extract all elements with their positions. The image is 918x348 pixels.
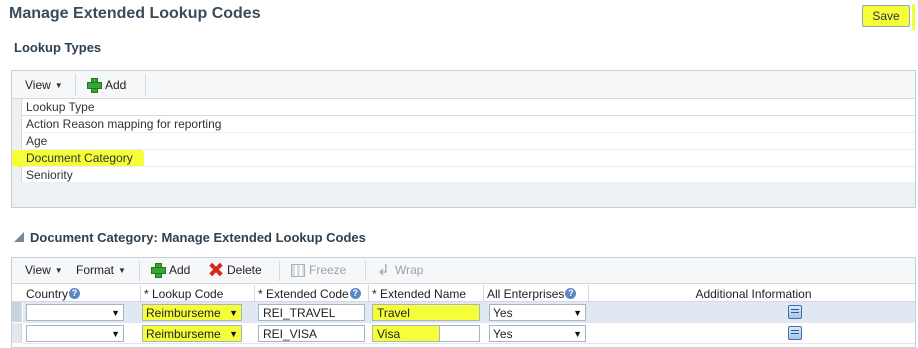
lookup-type-row[interactable]: Action Reason mapping for reporting bbox=[23, 116, 915, 133]
country-select[interactable]: ▼ bbox=[26, 325, 124, 342]
wrap-icon bbox=[377, 261, 391, 279]
add-icon bbox=[150, 262, 166, 278]
collapse-icon[interactable] bbox=[14, 232, 24, 242]
extended-name-input[interactable]: Visa bbox=[372, 325, 440, 342]
help-icon[interactable]: ? bbox=[69, 288, 81, 299]
lookup-type-name: Seniority bbox=[26, 168, 73, 182]
toolbar-divider bbox=[75, 74, 76, 96]
lookup-type-name: Document Category bbox=[26, 151, 133, 165]
extended-name-value: Travel bbox=[377, 305, 410, 320]
row-selector[interactable] bbox=[12, 302, 22, 322]
view-label: View bbox=[25, 263, 51, 277]
view-menu[interactable]: View ▼ bbox=[25, 78, 63, 92]
add-button[interactable]: Add bbox=[150, 262, 191, 278]
extended-code-value: REI_VISA bbox=[263, 326, 318, 341]
chevron-down-icon: ▼ bbox=[54, 265, 63, 275]
delete-icon bbox=[208, 262, 223, 277]
chevron-down-icon: ▼ bbox=[229, 307, 238, 318]
add-label: Add bbox=[105, 77, 127, 92]
format-menu[interactable]: Format ▼ bbox=[76, 263, 126, 277]
lookup-code-header-label: * Lookup Code bbox=[144, 286, 224, 301]
country-select[interactable]: ▼ bbox=[26, 304, 124, 321]
column-header-lookup-type[interactable]: Lookup Type bbox=[26, 100, 95, 114]
chevron-down-icon: ▼ bbox=[118, 265, 126, 275]
add-label: Add bbox=[169, 262, 191, 277]
extended-name-input[interactable]: Travel bbox=[372, 304, 480, 321]
page-title: Manage Extended Lookup Codes bbox=[9, 5, 261, 22]
all-enterprises-select[interactable]: Yes ▼ bbox=[489, 325, 586, 342]
chevron-down-icon: ▼ bbox=[573, 307, 582, 318]
table-footer bbox=[12, 182, 915, 207]
wrap-label: Wrap bbox=[395, 263, 424, 277]
lookup-type-name: Action Reason mapping for reporting bbox=[26, 117, 222, 131]
column-header-extended-code[interactable]: * Extended Code ? bbox=[255, 285, 369, 302]
delete-button[interactable]: Delete bbox=[208, 262, 262, 277]
column-header-lookup-code[interactable]: * Lookup Code bbox=[141, 285, 255, 302]
additional-information-icon[interactable] bbox=[788, 326, 802, 340]
delete-label: Delete bbox=[227, 262, 262, 277]
lookup-type-row[interactable]: Age bbox=[23, 133, 915, 150]
toolbar-divider bbox=[139, 261, 140, 281]
additional-info-header-label: Additional Information bbox=[695, 286, 812, 301]
lookup-types-header-row bbox=[12, 99, 915, 116]
column-header-extended-name[interactable]: * Extended Name bbox=[369, 285, 484, 302]
freeze-button[interactable]: Freeze bbox=[291, 263, 346, 277]
codes-section-title: Document Category: Manage Extended Looku… bbox=[30, 230, 366, 245]
view-menu[interactable]: View ▼ bbox=[25, 263, 63, 277]
extended-code-input[interactable]: REI_TRAVEL bbox=[258, 304, 365, 321]
all-enterprises-select[interactable]: Yes ▼ bbox=[489, 304, 586, 321]
lookup-types-toolbar bbox=[12, 71, 915, 99]
all-enterprises-value: Yes bbox=[493, 305, 513, 320]
column-header-additional-information[interactable]: Additional Information bbox=[589, 285, 915, 302]
extended-name-input-tail[interactable] bbox=[440, 325, 480, 342]
toolbar-divider bbox=[279, 261, 280, 281]
wrap-button[interactable]: Wrap bbox=[377, 261, 424, 279]
lookup-code-value: Reimburseme bbox=[146, 305, 221, 320]
row-selector-column bbox=[12, 99, 22, 182]
freeze-label: Freeze bbox=[309, 263, 347, 277]
format-label: Format bbox=[76, 263, 115, 277]
highlight-mark bbox=[912, 4, 915, 30]
extended-code-header-label: * Extended Code bbox=[258, 286, 349, 301]
chevron-down-icon: ▼ bbox=[573, 328, 582, 339]
lookup-type-name: Age bbox=[26, 134, 48, 148]
add-icon bbox=[86, 77, 102, 93]
chevron-down-icon: ▼ bbox=[111, 328, 120, 339]
view-label: View bbox=[25, 78, 51, 92]
chevron-down-icon: ▼ bbox=[111, 307, 120, 318]
additional-information-icon[interactable] bbox=[788, 305, 802, 319]
codes-toolbar bbox=[12, 258, 915, 284]
toolbar-divider bbox=[145, 74, 146, 96]
lookup-code-select[interactable]: Reimburseme ▼ bbox=[142, 325, 242, 342]
add-button[interactable]: Add bbox=[86, 77, 127, 93]
chevron-down-icon: ▼ bbox=[229, 328, 238, 339]
all-enterprises-header-label: All Enterprises bbox=[487, 286, 565, 301]
extended-code-value: REI_TRAVEL bbox=[263, 305, 336, 320]
all-enterprises-value: Yes bbox=[493, 326, 513, 341]
column-header-all-enterprises[interactable]: All Enterprises ? bbox=[484, 285, 589, 302]
help-icon[interactable]: ? bbox=[565, 288, 577, 299]
freeze-icon bbox=[291, 263, 305, 277]
lookup-type-row-selected[interactable]: Document Category bbox=[23, 150, 915, 167]
extended-name-header-label: * Extended Name bbox=[372, 286, 467, 301]
lookup-code-value: Reimburseme bbox=[146, 326, 221, 341]
lookup-types-title: Lookup Types bbox=[14, 40, 102, 55]
extended-name-value: Visa bbox=[377, 326, 401, 341]
row-selector[interactable] bbox=[12, 323, 22, 343]
chevron-down-icon: ▼ bbox=[54, 80, 63, 90]
country-header-label: Country bbox=[26, 286, 69, 301]
column-header-country[interactable]: Country ? bbox=[23, 285, 141, 302]
lookup-code-select[interactable]: Reimburseme ▼ bbox=[142, 304, 242, 321]
toolbar-divider bbox=[365, 261, 366, 281]
help-icon[interactable]: ? bbox=[349, 288, 361, 299]
extended-code-input[interactable]: REI_VISA bbox=[258, 325, 365, 342]
save-button[interactable]: Save bbox=[862, 5, 910, 27]
